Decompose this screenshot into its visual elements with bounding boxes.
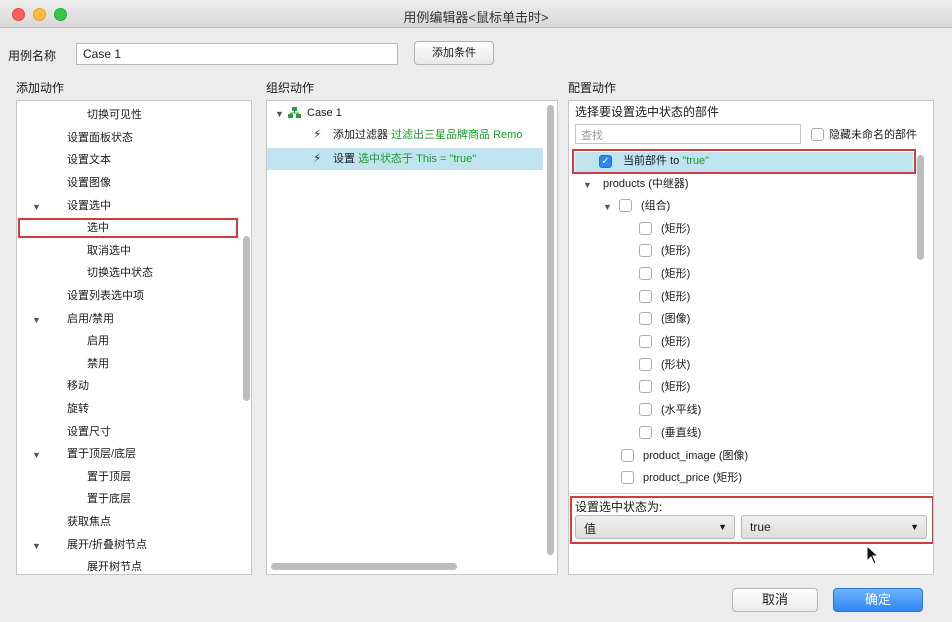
action-item-expand-collapse-tree[interactable]: 展开/折叠树节点 (67, 536, 147, 554)
action-item-expand-tree-node[interactable]: 展开树节点 (87, 558, 142, 574)
action-row-set-selected[interactable]: 设置 选中状态于 This = "true" (333, 150, 476, 168)
widget-checkbox[interactable] (619, 199, 632, 212)
widget-vertical-line[interactable]: (垂直线) (661, 424, 701, 442)
action-item-rotate[interactable]: 旋转 (67, 400, 89, 418)
state-value-text: true (750, 520, 771, 534)
widget-product-price[interactable]: product_price (矩形) (643, 469, 742, 487)
lightning-icon: ⚡ (313, 127, 322, 141)
set-state-label: 设置选中状态为: (575, 500, 663, 514)
action-item-set-text[interactable]: 设置文本 (67, 151, 111, 169)
action-item-toggle-visibility[interactable]: 切换可见性 (87, 106, 142, 124)
widget-checkbox[interactable] (639, 290, 652, 303)
current-widget-label: 当前部件 to "true" (623, 152, 709, 170)
configure-action-panel: 选择要设置选中状态的部件 查找 隐藏未命名的部件 ✓ 当前部件 to "true… (568, 100, 934, 575)
horizontal-scrollbar[interactable] (271, 563, 457, 570)
widget-checkbox[interactable] (639, 244, 652, 257)
widget-checkbox[interactable] (639, 380, 652, 393)
widget-group[interactable]: (组合) (641, 197, 670, 215)
case-name[interactable]: Case 1 (307, 104, 342, 122)
organize-action-heading: 组织动作 (266, 81, 315, 95)
action-item-enable[interactable]: 启用 (87, 332, 109, 350)
divider (569, 493, 933, 494)
value-type-select[interactable]: 值 ▼ (575, 515, 735, 539)
widget-horizontal-line[interactable]: (水平线) (661, 401, 701, 419)
action-item-focus[interactable]: 获取焦点 (67, 513, 111, 531)
widget-checkbox[interactable] (621, 449, 634, 462)
expand-arrow-icon[interactable]: ▼ (603, 202, 612, 212)
current-widget-checkbox[interactable]: ✓ (599, 155, 612, 168)
cancel-button[interactable]: 取消 (732, 588, 818, 612)
action-item-bring-to-front[interactable]: 置于顶层 (87, 468, 131, 486)
state-value-select[interactable]: true ▼ (741, 515, 927, 539)
action-detail-label: 选中状态于 This = "true" (358, 153, 477, 165)
action-item-disable[interactable]: 禁用 (87, 355, 109, 373)
mouse-cursor-icon (866, 545, 880, 565)
vertical-scrollbar[interactable] (917, 155, 924, 260)
action-type-label: 设置 (333, 153, 355, 165)
hide-unnamed-label: 隐藏未命名的部件 (829, 129, 917, 141)
action-item-unselect[interactable]: 取消选中 (87, 242, 131, 260)
lightning-icon: ⚡ (313, 151, 322, 165)
widget-image[interactable]: (图像) (661, 310, 690, 328)
expand-arrow-icon[interactable]: ▼ (32, 541, 41, 551)
action-item-set-panel-state[interactable]: 设置面板状态 (67, 129, 133, 147)
window-title: 用例编辑器<鼠标单击时> (403, 10, 549, 25)
organize-action-panel: ▼ Case 1 ⚡ 添加过滤器 过滤出三星品牌商品 Remo ⚡ 设置 选中状… (266, 100, 558, 575)
action-item-move[interactable]: 移动 (67, 377, 89, 395)
action-row-filter[interactable]: 添加过滤器 过滤出三星品牌商品 Remo (333, 126, 522, 144)
chevron-down-icon: ▼ (910, 522, 919, 532)
hide-unnamed-checkbox[interactable] (811, 128, 824, 141)
widget-shape[interactable]: (形状) (661, 356, 690, 374)
action-item-send-to-back[interactable]: 置于底层 (87, 490, 131, 508)
current-widget-value: "true" (682, 155, 710, 167)
widget-rectangle[interactable]: (矩形) (661, 378, 690, 396)
title-bar: 用例编辑器<鼠标单击时> (0, 0, 952, 28)
widget-checkbox[interactable] (639, 312, 652, 325)
ok-button[interactable]: 确定 (833, 588, 923, 612)
action-detail-label: 过滤出三星品牌商品 Remo (391, 129, 523, 141)
expand-arrow-icon[interactable]: ▼ (32, 202, 41, 212)
widget-rectangle[interactable]: (矩形) (661, 333, 690, 351)
highlight-box (18, 218, 238, 238)
widget-rectangle[interactable]: (矩形) (661, 242, 690, 260)
widget-product-image[interactable]: product_image (图像) (643, 447, 748, 465)
vertical-scrollbar[interactable] (547, 105, 554, 555)
add-action-heading: 添加动作 (16, 81, 65, 95)
expand-arrow-icon[interactable]: ▼ (275, 109, 284, 119)
chevron-down-icon: ▼ (718, 522, 727, 532)
action-item-toggle-selected[interactable]: 切换选中状态 (87, 264, 153, 282)
widget-checkbox[interactable] (639, 358, 652, 371)
action-item-set-list-selected[interactable]: 设置列表选中项 (67, 287, 144, 305)
widget-checkbox[interactable] (639, 222, 652, 235)
widget-search-input[interactable]: 查找 (575, 124, 801, 144)
widget-checkbox[interactable] (639, 267, 652, 280)
current-widget-text: 当前部件 to (623, 155, 680, 167)
widget-checkbox[interactable] (621, 471, 634, 484)
expand-arrow-icon[interactable]: ▼ (583, 180, 592, 190)
action-item-set-selected[interactable]: 设置选中 (67, 197, 111, 215)
action-item-enable-disable[interactable]: 启用/禁用 (67, 310, 114, 328)
case-icon (288, 107, 301, 118)
widget-products-repeater[interactable]: products (中继器) (603, 175, 689, 193)
widget-checkbox[interactable] (639, 426, 652, 439)
widget-checkbox[interactable] (639, 335, 652, 348)
widget-rectangle[interactable]: (矩形) (661, 220, 690, 238)
value-type-text: 值 (584, 522, 597, 536)
action-item-bring-front-back[interactable]: 置于顶层/底层 (67, 445, 136, 463)
expand-arrow-icon[interactable]: ▼ (32, 450, 41, 460)
widget-rectangle[interactable]: (矩形) (661, 265, 690, 283)
add-condition-button[interactable]: 添加条件 (414, 41, 494, 65)
case-name-input[interactable]: Case 1 (76, 43, 398, 65)
action-item-set-image[interactable]: 设置图像 (67, 174, 111, 192)
widget-select-heading: 选择要设置选中状态的部件 (575, 105, 720, 119)
add-action-panel: 切换可见性 设置面板状态 设置文本 设置图像 ▼ 设置选中 选中 取消选中 切换… (16, 100, 252, 575)
widget-checkbox[interactable] (639, 403, 652, 416)
action-type-label: 添加过滤器 (333, 129, 388, 141)
widget-rectangle[interactable]: (矩形) (661, 288, 690, 306)
vertical-scrollbar[interactable] (243, 236, 250, 401)
case-name-label: 用例名称 (8, 49, 57, 63)
expand-arrow-icon[interactable]: ▼ (32, 315, 41, 325)
action-item-set-size[interactable]: 设置尺寸 (67, 423, 111, 441)
configure-action-heading: 配置动作 (568, 81, 617, 95)
